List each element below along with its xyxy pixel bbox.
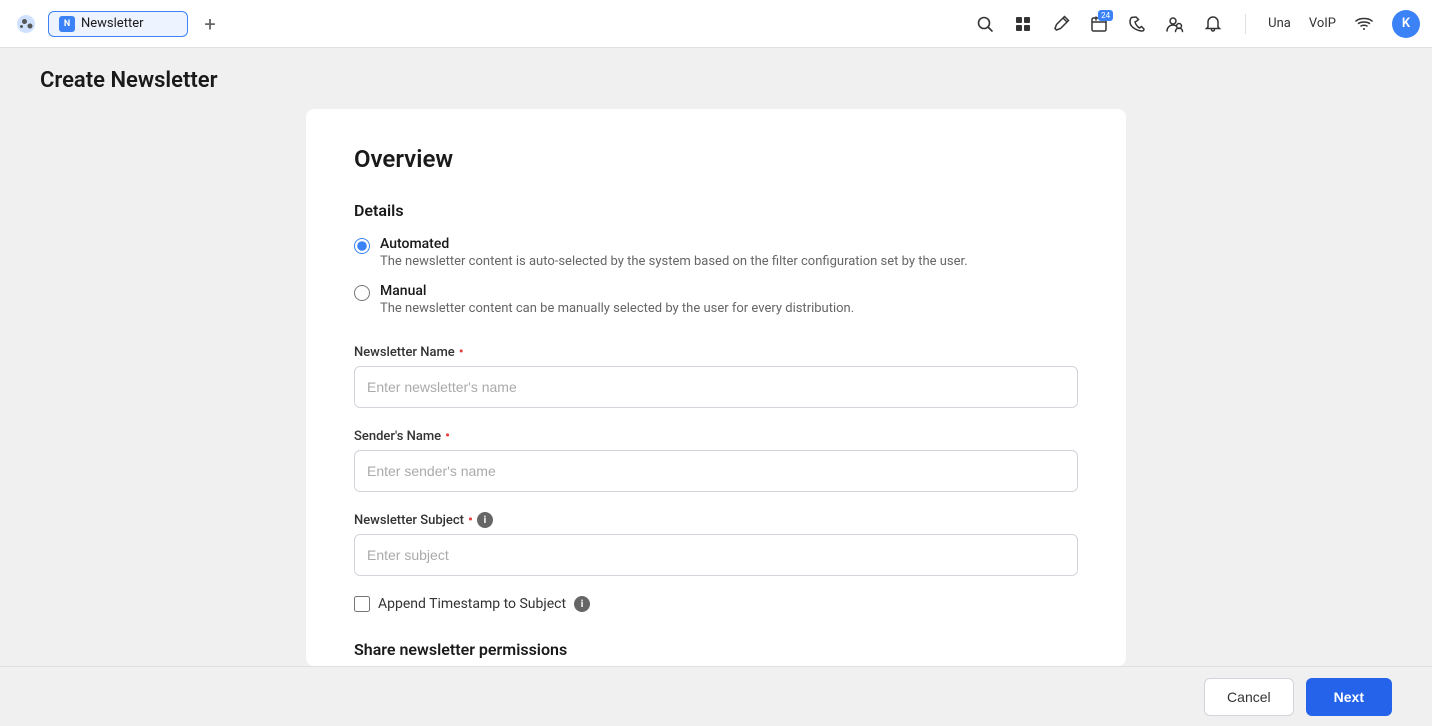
form-section-overview: Overview <box>354 145 1078 173</box>
radio-automated-desc: The newsletter content is auto-selected … <box>380 254 968 269</box>
new-tab-button[interactable]: + <box>196 10 224 38</box>
radio-automated[interactable] <box>354 238 370 254</box>
radio-manual-label[interactable]: Manual <box>380 283 854 299</box>
sender-name-input[interactable] <box>354 450 1078 492</box>
apps-icon[interactable] <box>1013 14 1033 34</box>
radio-automated-option: Automated The newsletter content is auto… <box>354 236 1078 269</box>
notifications-icon[interactable] <box>1203 14 1223 34</box>
cancel-button[interactable]: Cancel <box>1204 678 1294 716</box>
subject-input[interactable] <box>354 534 1078 576</box>
append-timestamp-label[interactable]: Append Timestamp to Subject <box>378 596 566 612</box>
sender-name-label: Sender's Name • <box>354 428 1078 444</box>
tab-label: Newsletter <box>81 16 144 31</box>
avatar[interactable]: K <box>1392 10 1420 38</box>
next-button[interactable]: Next <box>1306 678 1392 716</box>
newsletter-name-input[interactable] <box>354 366 1078 408</box>
active-tab[interactable]: N Newsletter <box>48 11 188 37</box>
wifi-icon <box>1354 14 1374 34</box>
username-label[interactable]: Una <box>1268 16 1291 31</box>
phone-icon[interactable] <box>1127 14 1147 34</box>
subject-field-group: Newsletter Subject • i <box>354 512 1078 576</box>
contacts-icon[interactable] <box>1165 14 1185 34</box>
radio-automated-label[interactable]: Automated <box>380 236 968 252</box>
newsletter-name-required: • <box>459 344 464 360</box>
section-details-title: Details <box>354 201 1078 220</box>
calendar-icon[interactable]: 24 <box>1089 14 1109 34</box>
subject-info-icon[interactable]: i <box>477 512 493 528</box>
search-icon[interactable] <box>975 14 995 34</box>
append-timestamp-info-icon[interactable]: i <box>574 596 590 612</box>
topbar-icons: 24 Una VoIP <box>975 10 1420 38</box>
calendar-badge: 24 <box>1098 10 1113 21</box>
form-card: Overview Details Automated The newslette… <box>306 109 1126 666</box>
footer: Cancel Next <box>0 666 1432 726</box>
newsletter-name-label: Newsletter Name • <box>354 344 1078 360</box>
topbar-divider <box>1245 14 1246 34</box>
topbar: N Newsletter + <box>0 0 1432 48</box>
page-title: Create Newsletter <box>0 48 1432 109</box>
radio-manual-desc: The newsletter content can be manually s… <box>380 301 854 316</box>
sender-name-required: • <box>445 428 450 444</box>
subject-required: • <box>468 512 473 528</box>
radio-automated-label-group: Automated The newsletter content is auto… <box>380 236 968 269</box>
voip-label[interactable]: VoIP <box>1309 16 1336 31</box>
logo-icon[interactable] <box>12 10 40 38</box>
append-timestamp-checkbox[interactable] <box>354 596 370 612</box>
content-area: Overview Details Automated The newslette… <box>0 109 1432 666</box>
permissions-title: Share newsletter permissions <box>354 640 1078 659</box>
newsletter-name-field-group: Newsletter Name • <box>354 344 1078 408</box>
append-timestamp-row: Append Timestamp to Subject i <box>354 596 1078 612</box>
sender-name-field-group: Sender's Name • <box>354 428 1078 492</box>
tab-favicon: N <box>59 16 75 32</box>
type-radio-group: Automated The newsletter content is auto… <box>354 236 1078 316</box>
radio-manual-label-group: Manual The newsletter content can be man… <box>380 283 854 316</box>
main-content: Create Newsletter Overview Details Autom… <box>0 48 1432 666</box>
radio-manual-option: Manual The newsletter content can be man… <box>354 283 1078 316</box>
edit-icon[interactable] <box>1051 14 1071 34</box>
subject-label: Newsletter Subject • i <box>354 512 1078 528</box>
radio-manual[interactable] <box>354 285 370 301</box>
